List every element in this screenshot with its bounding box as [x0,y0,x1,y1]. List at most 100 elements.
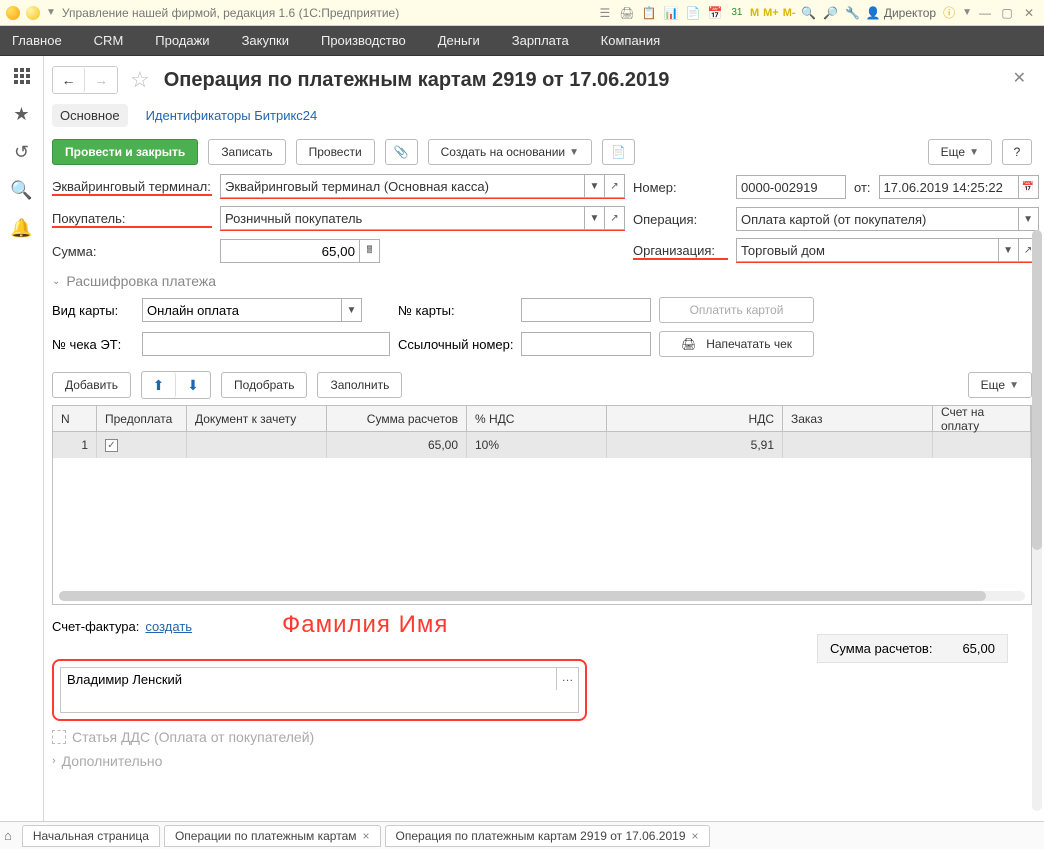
payment-details-section[interactable]: ⌄ Расшифровка платежа [52,273,1032,289]
mem-mplus[interactable]: M+ [763,7,779,19]
cell-doc[interactable] [187,432,327,458]
dropdown-icon[interactable]: ▼ [1019,207,1039,231]
apps-icon[interactable] [12,66,32,86]
open-icon[interactable]: ↗ [605,174,625,198]
nav-salary[interactable]: Зарплата [510,27,571,54]
move-up-button[interactable]: ⬆ [142,372,176,398]
close-document-icon[interactable]: ✕ [1013,68,1026,88]
mem-mminus[interactable]: M- [783,7,796,19]
cell-order[interactable] [783,432,933,458]
comment-ellipsis-button[interactable]: … [556,668,578,690]
col-doc[interactable]: Документ к зачету [187,406,327,431]
dropdown-icon[interactable]: ▼ [585,174,605,198]
nav-crm[interactable]: CRM [92,27,126,54]
dropdown-icon[interactable]: ▼ [999,238,1019,262]
favorite-icon[interactable]: ★ [12,104,32,124]
post-and-close-button[interactable]: Провести и закрыть [52,139,198,165]
chevron-down-icon[interactable]: ▼ [46,7,56,18]
date-input[interactable]: 17.06.2019 14:25:22 [879,175,1019,199]
buyer-input[interactable]: Розничный покупатель [220,206,585,230]
search-icon[interactable]: 🔍 [12,180,32,200]
operation-input[interactable]: Оплата картой (от покупателя) [736,207,1019,231]
pay-card-button[interactable]: Оплатить картой [659,297,814,323]
dds-label[interactable]: Статья ДДС (Оплата от покупателей) [72,729,314,745]
info-icon[interactable]: ⓘ [940,4,958,22]
create-invoice-link[interactable]: создать [145,619,192,634]
tab-operations-list[interactable]: Операции по платежным картам× [164,825,381,847]
open-icon[interactable]: ↗ [605,206,625,230]
home-icon[interactable]: ⌂ [4,828,12,843]
cell-sum[interactable]: 65,00 [327,432,467,458]
col-invoice[interactable]: Счет на оплату [933,406,1031,431]
cell-invoice[interactable] [933,432,1031,458]
create-based-on-button[interactable]: Создать на основании ▼ [428,139,592,165]
history-icon[interactable]: ↺ [12,142,32,162]
tab-main[interactable]: Основное [52,104,128,127]
cell-prepay[interactable]: ✓ [97,432,187,458]
pick-button[interactable]: Подобрать [221,372,307,398]
nav-purchases[interactable]: Закупки [240,27,291,54]
calc-icon[interactable]: 🖩 [360,239,380,263]
cell-vat-pct[interactable]: 10% [467,432,607,458]
sheet-icon[interactable]: 📄 [684,4,702,22]
close-tab-icon[interactable]: × [692,829,699,843]
attach-button[interactable]: 📎 [385,139,418,165]
dropdown-icon[interactable]: ▼ [342,298,362,322]
ref-no-input[interactable] [521,332,651,356]
nav-forward-button[interactable]: → [85,67,117,93]
table-row[interactable]: 1 ✓ 65,00 10% 5,91 [53,432,1031,458]
nav-money[interactable]: Деньги [436,27,482,54]
add-row-button[interactable]: Добавить [52,372,131,398]
fill-button[interactable]: Заполнить [317,372,402,398]
horizontal-scrollbar[interactable] [59,591,1025,601]
number-input[interactable]: 0000-002919 [736,175,846,199]
move-down-button[interactable]: ⬇ [176,372,210,398]
tools-icon[interactable]: 🔧 [844,4,862,22]
nav-back-button[interactable]: ← [53,67,85,93]
toolbar-icon[interactable]: ☰ [596,4,614,22]
zoom-in-icon[interactable]: 🔍 [800,4,818,22]
card-type-input[interactable]: Онлайн оплата [142,298,342,322]
close-tab-icon[interactable]: × [363,829,370,843]
nav-company[interactable]: Компания [599,27,663,54]
col-order[interactable]: Заказ [783,406,933,431]
tab-start-page[interactable]: Начальная страница [22,825,160,847]
calendar-picker-icon[interactable]: 📅 [1019,175,1039,199]
comment-input[interactable]: Владимир Ленский [61,668,556,712]
calc-icon[interactable]: 📊 [662,4,680,22]
nav-main[interactable]: Главное [10,27,64,54]
print-check-button[interactable]: Напечатать чек [659,331,814,357]
additional-section[interactable]: Дополнительно [62,753,163,769]
cell-vat[interactable]: 5,91 [607,432,783,458]
print-icon[interactable]: 🖨 [618,4,636,22]
col-vat-pct[interactable]: % НДС [467,406,607,431]
close-window-icon[interactable]: ✕ [1020,4,1038,22]
info-dropdown-icon[interactable]: ▼ [962,7,972,18]
cell-n[interactable]: 1 [53,432,97,458]
notifications-icon[interactable]: 🔔 [12,218,32,238]
table-more-button[interactable]: Еще ▼ [968,372,1032,398]
card-no-input[interactable] [521,298,651,322]
nav-sales[interactable]: Продажи [153,27,211,54]
dropdown-icon[interactable]: ▼ [585,206,605,230]
checkbox-icon[interactable]: ✓ [105,439,118,452]
save-button[interactable]: Записать [208,139,285,165]
help-button[interactable]: ? [1002,139,1032,165]
more-button[interactable]: Еще ▼ [928,139,992,165]
vertical-scrollbar[interactable] [1032,230,1042,811]
tab-bitrix[interactable]: Идентификаторы Битрикс24 [146,104,318,127]
zoom-out-icon[interactable]: 🔎 [822,4,840,22]
terminal-input[interactable]: Эквайринговый терминал (Основная касса) [220,174,585,198]
minimize-icon[interactable]: — [976,4,994,22]
report-button[interactable]: 📄 [602,139,635,165]
copy-icon[interactable]: 📋 [640,4,658,22]
col-sum[interactable]: Сумма расчетов [327,406,467,431]
star-icon[interactable]: ☆ [130,67,150,93]
col-n[interactable]: N [53,406,97,431]
col-vat[interactable]: НДС [607,406,783,431]
date31-icon[interactable]: 31 [728,4,746,22]
nav-production[interactable]: Производство [319,27,408,54]
user-label[interactable]: 👤 Директор [866,6,937,20]
col-prepay[interactable]: Предоплата [97,406,187,431]
tab-current-document[interactable]: Операция по платежным картам 2919 от 17.… [385,825,710,847]
